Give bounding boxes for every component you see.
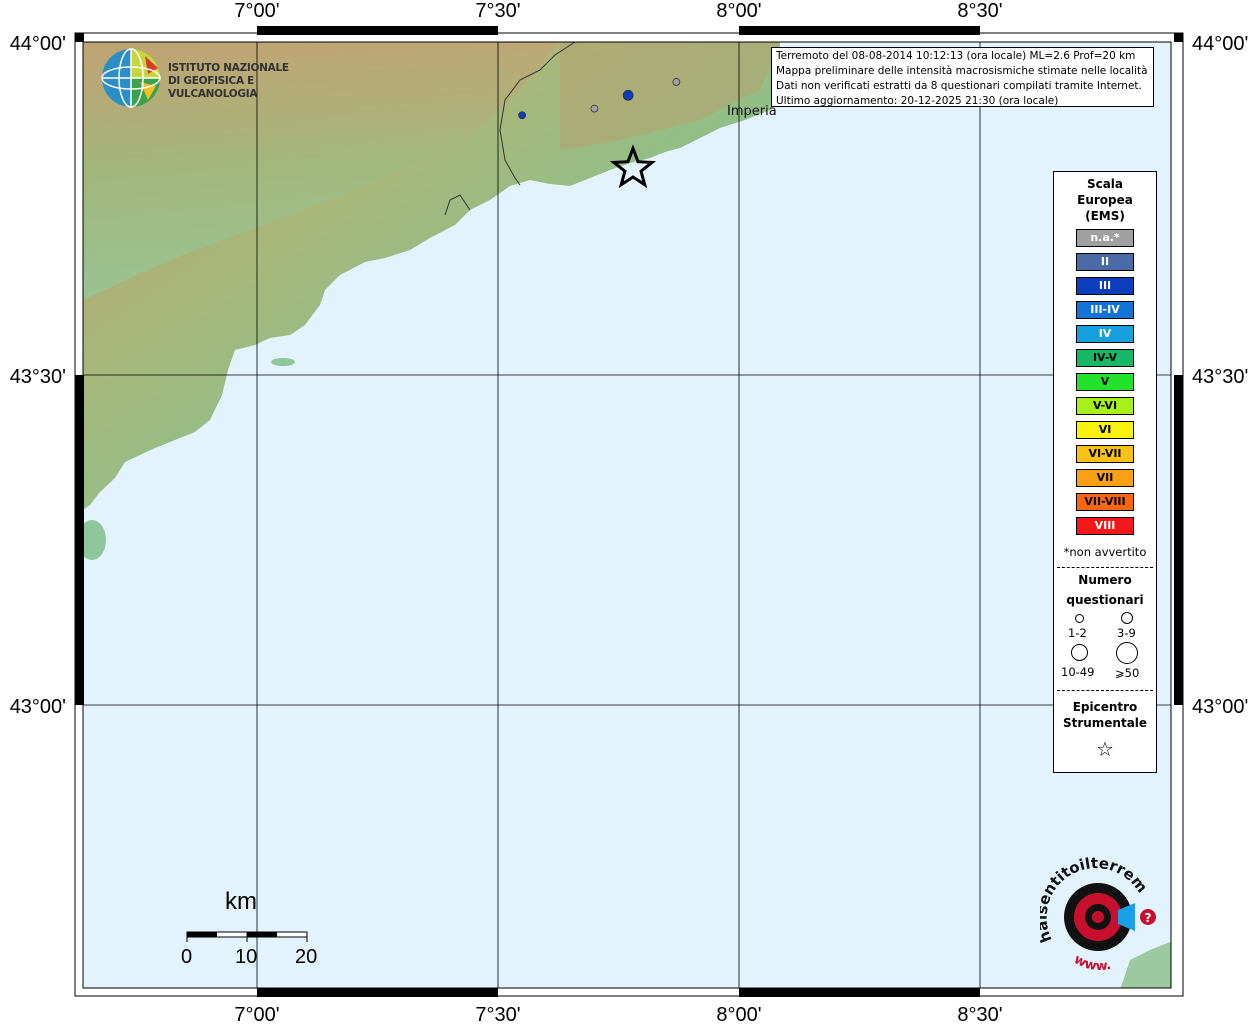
size-label: 10-49 xyxy=(1061,665,1095,679)
event-info-line: Mappa preliminare delle intensità macros… xyxy=(776,65,1148,77)
scale-bar: km 0 10 20 xyxy=(180,888,330,968)
scale-tick: 10 xyxy=(235,946,258,968)
lat-labels-right: 44°00' 43°30' 43°00' xyxy=(1192,33,1248,718)
lat-label: 43°00' xyxy=(10,696,66,718)
hst-logo-graphic: haisentitoilterremoto.it www. ? xyxy=(1033,841,1156,974)
observation-marker xyxy=(590,104,599,113)
ems-swatch: V-VI xyxy=(1076,397,1134,415)
lon-labels-top: 7°00' 7°30' 8°00' 8°30' xyxy=(234,0,1002,22)
size-circle-1-2 xyxy=(1075,614,1084,623)
size-circle-50 xyxy=(1116,642,1138,664)
epicenter-title: Epicentro Strumentale xyxy=(1062,700,1148,730)
lon-label: 8°30' xyxy=(957,1004,1002,1024)
event-info-line: Dati non verificati estratti da 8 questi… xyxy=(776,80,1142,92)
event-info-line: Terremoto del 08-08-2014 10:12:13 (ora l… xyxy=(776,50,1136,62)
ems-swatch: VII-VIII xyxy=(1076,493,1134,511)
ems-swatch: VIII xyxy=(1076,517,1134,535)
event-info-box: Terremoto del 08-08-2014 10:12:13 (ora l… xyxy=(771,47,1154,107)
count-title: Numero questionari xyxy=(1066,573,1144,607)
lon-label: 7°30' xyxy=(475,1004,520,1024)
observation-marker xyxy=(518,111,526,120)
legend-title: Scala Europea (EMS) xyxy=(1077,177,1133,223)
count-sizes: 1-2 3-9 10-49 ⩾50 xyxy=(1054,610,1156,682)
lon-label: 7°00' xyxy=(234,0,279,22)
lat-labels-left: 44°00' 43°30' 43°00' xyxy=(10,33,66,718)
city-label-imperia: Imperia xyxy=(727,104,777,119)
lat-label: 44°00' xyxy=(1192,33,1248,55)
ems-swatch: VII xyxy=(1076,469,1134,487)
observation-marker xyxy=(622,89,634,101)
ems-swatch: IV xyxy=(1076,325,1134,343)
ingv-name: ISTITUTO NAZIONALE DI GEOFISICA E VULCAN… xyxy=(168,62,289,100)
lon-label: 8°00' xyxy=(716,1004,761,1024)
scale-tick: 0 xyxy=(181,946,193,968)
scale-tick: 20 xyxy=(295,946,318,968)
ems-swatch: V xyxy=(1076,373,1134,391)
legend-separator xyxy=(1057,690,1153,691)
scale-bar-graphic xyxy=(186,931,308,942)
ems-swatch: VI-VII xyxy=(1076,445,1134,463)
legend-separator xyxy=(1057,567,1153,568)
legend-panel: Scala Europea (EMS) n.a.* II III III-IV IV IV… xyxy=(1053,171,1157,773)
ems-swatch: n.a.* xyxy=(1076,229,1134,247)
lat-label: 44°00' xyxy=(10,33,66,55)
size-circle-3-9 xyxy=(1121,612,1133,624)
scale-unit: km xyxy=(225,888,257,915)
ems-swatch: II xyxy=(1076,253,1134,271)
ems-swatch: III-IV xyxy=(1076,301,1134,319)
star-icon: ☆ xyxy=(1096,737,1114,761)
lat-label: 43°00' xyxy=(1192,696,1248,718)
ems-scale-list: n.a.* II III III-IV IV IV-V V V-VI VI VI-VII VII VI… xyxy=(1054,229,1156,535)
event-info-line: Ultimo aggiornamento: 20-12-2025 21:30 (… xyxy=(776,95,1059,107)
island xyxy=(271,358,295,366)
size-label: ⩾50 xyxy=(1115,666,1140,680)
lon-label: 8°00' xyxy=(716,0,761,22)
legend-note: *non avvertito xyxy=(1063,545,1147,559)
ingv-logo: ISTITUTO NAZIONALE DI GEOFISICA E VULCAN… xyxy=(100,48,320,108)
size-circle-10-49 xyxy=(1071,644,1088,661)
ems-swatch: VI xyxy=(1076,421,1134,439)
lat-label: 43°30' xyxy=(10,366,66,388)
ems-swatch: III xyxy=(1076,277,1134,295)
ems-swatch: IV-V xyxy=(1076,349,1134,367)
hst-www: www. xyxy=(1071,952,1112,974)
lon-label: 8°30' xyxy=(957,0,1002,22)
size-label: 1-2 xyxy=(1068,626,1087,640)
hst-logo: haisentitoilterremoto.it www. ? xyxy=(1033,841,1165,975)
globe-icon xyxy=(101,48,161,108)
svg-text:?: ? xyxy=(1145,911,1152,925)
size-label: 3-9 xyxy=(1117,626,1136,640)
lon-labels-bottom: 7°00' 7°30' 8°00' 8°30' xyxy=(234,1004,1002,1024)
lon-label: 7°00' xyxy=(234,1004,279,1024)
lon-label: 7°30' xyxy=(475,0,520,22)
observation-marker xyxy=(672,78,681,86)
lat-label: 43°30' xyxy=(1192,366,1248,388)
svg-text:www.: www. xyxy=(1071,952,1112,974)
